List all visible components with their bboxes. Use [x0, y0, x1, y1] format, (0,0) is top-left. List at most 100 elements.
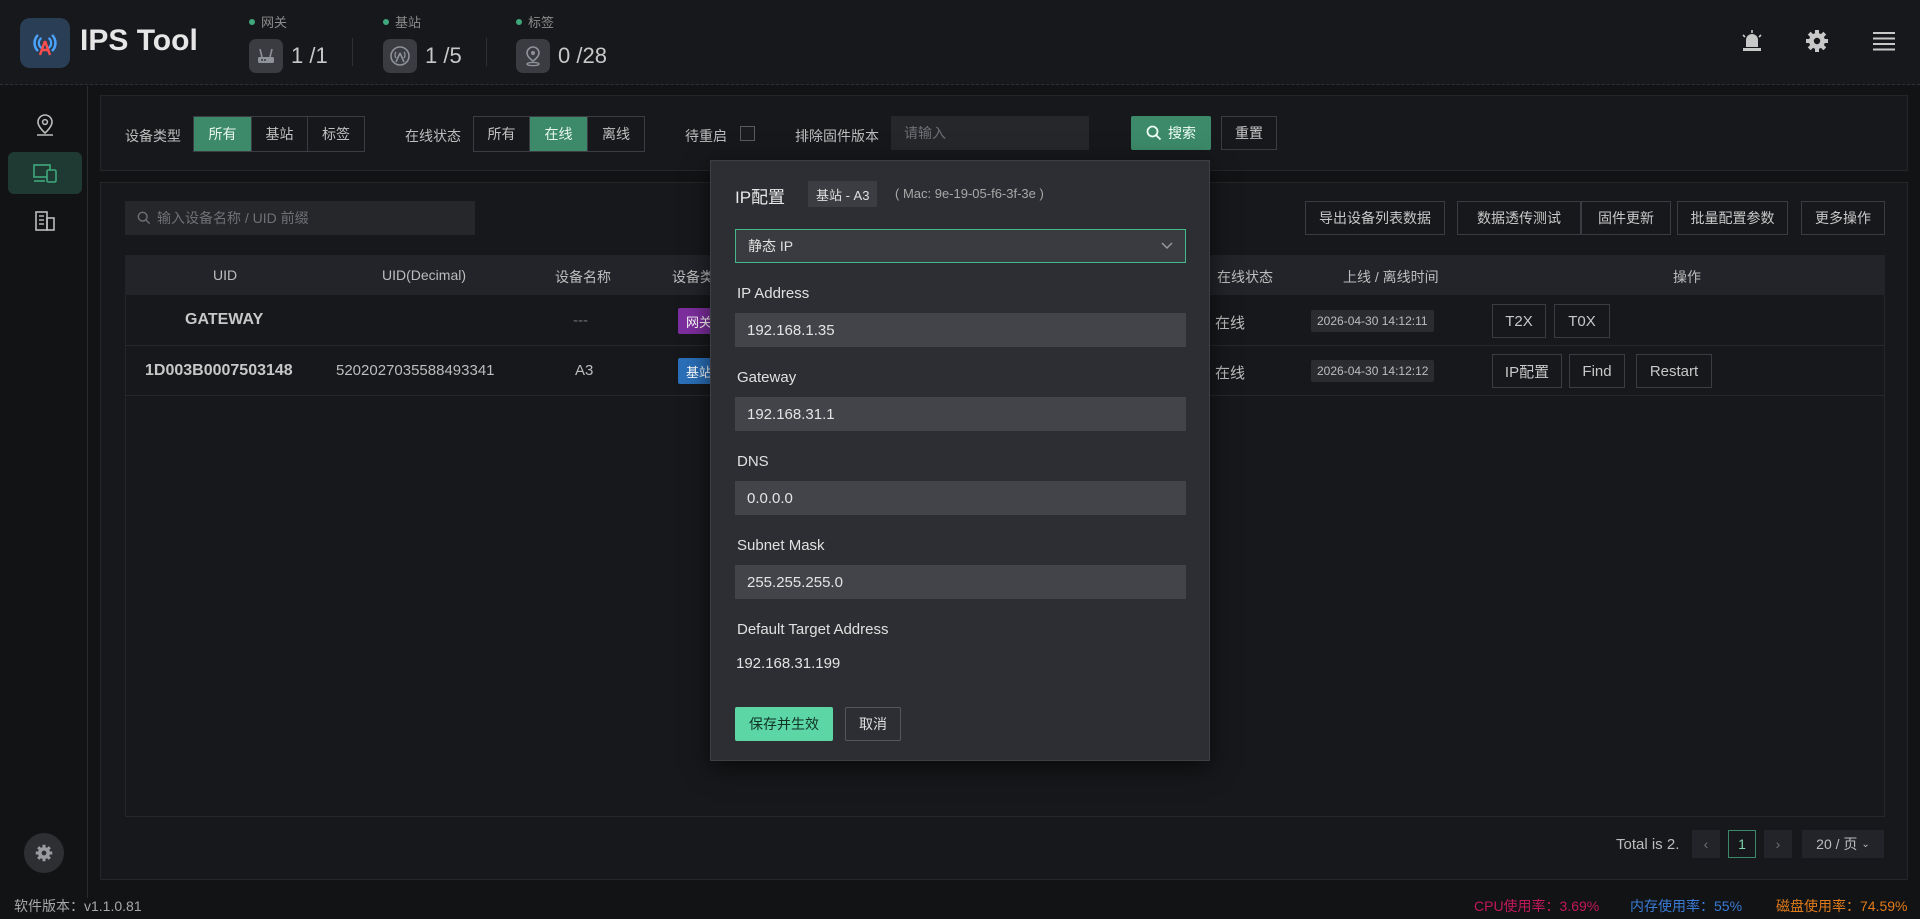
sidebar-settings-button[interactable] — [24, 833, 64, 873]
tag-stat: 标签 0 /28 — [516, 12, 607, 73]
alarm-icon[interactable] — [1738, 26, 1766, 56]
gateway-stat: 网关 1 /1 — [249, 12, 328, 73]
base-station-stat-value: 1 /5 — [425, 43, 462, 68]
search-button[interactable]: 搜索 — [1131, 116, 1211, 150]
exclude-fw-input[interactable]: 请输入 — [891, 116, 1089, 150]
gear-icon[interactable] — [1803, 26, 1831, 56]
exclude-fw-label: 排除固件版本 — [795, 128, 879, 144]
building-icon — [35, 211, 55, 231]
ip-config-dialog: IP配置 基站 - A3 ( Mac: 9e-19-05-f6-3f-3e ) … — [710, 160, 1210, 761]
gateway-stat-value: 1 /1 — [291, 43, 328, 68]
chevron-down-icon: ⌄ — [1861, 838, 1870, 850]
row-online-time: 2026-04-30 14:12:11 — [1311, 310, 1434, 332]
page-size-select[interactable]: 20 / 页 ⌄ — [1802, 830, 1884, 858]
header-divider — [352, 38, 353, 66]
row-device-name: --- — [573, 312, 588, 329]
gateway-field[interactable]: 192.168.31.1 — [735, 397, 1186, 431]
device-type-tag[interactable]: 标签 — [308, 117, 364, 151]
online-offline[interactable]: 离线 — [588, 117, 644, 151]
dns-field[interactable]: 0.0.0.0 — [735, 481, 1186, 515]
default-target-value: 192.168.31.199 — [736, 655, 841, 672]
ip-mode-select[interactable]: 静态 IP — [735, 229, 1186, 263]
base-station-stat-label: 基站 — [395, 15, 422, 30]
device-chip: 基站 - A3 — [808, 181, 878, 207]
more-actions-button[interactable]: 更多操作 — [1801, 201, 1885, 235]
online-status-segment: 所有 在线 离线 — [473, 116, 645, 152]
col-device-name: 设备名称 — [555, 269, 611, 285]
pending-restart-label: 待重启 — [685, 128, 727, 144]
restart-button[interactable]: Restart — [1636, 354, 1712, 388]
dns-label: DNS — [737, 453, 769, 470]
sidebar-item-map[interactable] — [8, 104, 82, 146]
row-uid: GATEWAY — [185, 311, 264, 328]
export-device-list-button[interactable]: 导出设备列表数据 — [1305, 201, 1445, 235]
search-icon — [1146, 125, 1162, 141]
cancel-button[interactable]: 取消 — [845, 707, 901, 741]
ip-address-field[interactable]: 192.168.1.35 — [735, 313, 1186, 347]
page-size-value: 20 / 页 — [1816, 836, 1858, 852]
online-all[interactable]: 所有 — [474, 117, 530, 151]
device-type-segment: 所有 基站 标签 — [193, 116, 365, 152]
page-1-button[interactable]: 1 — [1728, 830, 1756, 858]
mac-address: ( Mac: 9e-19-05-f6-3f-3e ) — [895, 186, 1044, 201]
device-search-placeholder: 输入设备名称 / UID 前缀 — [157, 210, 309, 226]
software-version: 软件版本：v1.1.0.81 — [14, 898, 142, 914]
app-title: IPS Tool — [80, 24, 198, 57]
devices-icon — [33, 164, 57, 183]
row-device-name: A3 — [575, 362, 594, 379]
t0x-button[interactable]: T0X — [1554, 304, 1610, 338]
base-station-stat: 基站 1 /5 — [383, 12, 462, 73]
app-header: IPS Tool 网关 1 /1 基站 1 /5 标签 0 /28 — [0, 0, 1920, 85]
row-uid: 1D003B0007503148 — [145, 362, 293, 379]
chevron-left-icon: ‹ — [1703, 836, 1709, 852]
ip-mode-value: 静态 IP — [748, 238, 794, 254]
batch-config-button[interactable]: 批量配置参数 — [1677, 201, 1788, 235]
sidebar-item-devices[interactable] — [8, 152, 82, 194]
pending-restart-checkbox[interactable] — [740, 126, 755, 141]
chevron-down-icon — [1161, 242, 1173, 249]
find-button[interactable]: Find — [1569, 354, 1625, 388]
row-uid-decimal: 5202027035588493341 — [336, 362, 495, 379]
next-page-button[interactable]: › — [1764, 830, 1792, 858]
default-target-label: Default Target Address — [737, 621, 889, 638]
subnet-mask-field[interactable]: 255.255.255.0 — [735, 565, 1186, 599]
app-logo-icon — [20, 18, 70, 68]
device-type-all[interactable]: 所有 — [194, 117, 252, 151]
t2x-button[interactable]: T2X — [1492, 304, 1546, 338]
col-uid: UID — [213, 267, 238, 283]
online-status-label: 在线状态 — [405, 128, 461, 144]
row-online-time: 2026-04-30 14:12:12 — [1311, 360, 1435, 382]
reset-button[interactable]: 重置 — [1221, 116, 1277, 150]
ip-config-button[interactable]: IP配置 — [1492, 354, 1562, 388]
row-online-status: 在线 — [1215, 365, 1246, 382]
prev-page-button[interactable]: ‹ — [1692, 830, 1720, 858]
menu-icon[interactable] — [1870, 26, 1898, 56]
sidebar-item-buildings[interactable] — [8, 200, 82, 242]
device-search-input[interactable]: 输入设备名称 / UID 前缀 — [125, 201, 475, 235]
base-station-icon — [383, 39, 417, 73]
gateway-stat-label: 网关 — [261, 15, 288, 30]
online-online[interactable]: 在线 — [530, 117, 588, 151]
tag-stat-value: 0 /28 — [558, 43, 607, 68]
gateway-label: Gateway — [737, 369, 797, 386]
disk-usage: 磁盘使用率：74.59% — [1776, 898, 1908, 914]
device-type-base[interactable]: 基站 — [252, 117, 308, 151]
header-divider — [486, 38, 487, 66]
router-icon — [249, 39, 283, 73]
col-device-type: 设备类 — [672, 269, 714, 285]
cpu-usage: CPU使用率：3.69% — [1474, 898, 1600, 914]
pagination-total: Total is 2. — [1616, 836, 1680, 853]
col-actions: 操作 — [1673, 269, 1701, 285]
save-apply-button[interactable]: 保存并生效 — [735, 707, 833, 741]
tag-stat-label: 标签 — [528, 15, 555, 30]
col-online-time: 上线 / 离线时间 — [1343, 269, 1439, 285]
map-pin-icon — [37, 114, 53, 136]
col-uid-decimal: UID(Decimal) — [382, 267, 466, 283]
data-passthrough-test-button[interactable]: 数据透传测试 — [1457, 201, 1581, 235]
settings-icon — [35, 844, 53, 862]
tag-location-icon — [516, 39, 550, 73]
sidebar — [0, 86, 88, 898]
dialog-title: IP配置 — [735, 188, 786, 207]
status-footer: 软件版本：v1.1.0.81 CPU使用率：3.69% 内存使用率：55% 磁盘… — [0, 890, 1920, 919]
firmware-update-button[interactable]: 固件更新 — [1581, 201, 1671, 235]
